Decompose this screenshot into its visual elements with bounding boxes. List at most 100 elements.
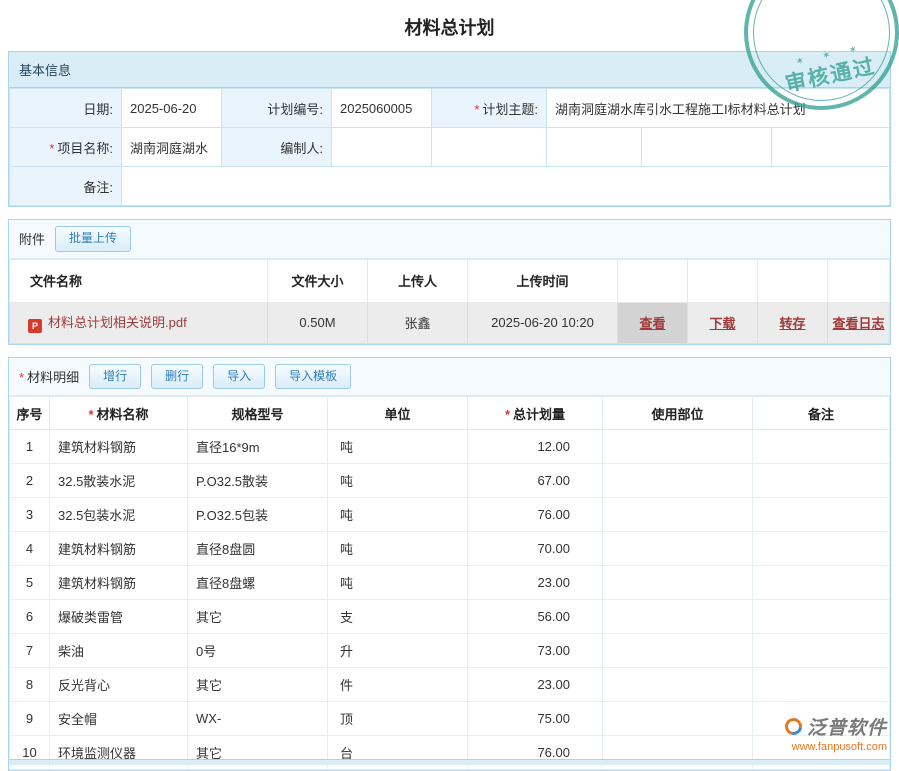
material-row: 5 建筑材料钢筋 直径8盘螺 吨 23.00 bbox=[10, 566, 890, 600]
cell-qty: 73.00 bbox=[468, 634, 603, 668]
cell-unit: 件 bbox=[328, 668, 468, 702]
compiler-value bbox=[332, 128, 432, 167]
material-row: 4 建筑材料钢筋 直径8盘圆 吨 70.00 bbox=[10, 532, 890, 566]
cell-no: 9 bbox=[10, 702, 50, 736]
batch-upload-button[interactable]: 批量上传 bbox=[55, 226, 131, 252]
cell-spec: 直径8盘圆 bbox=[188, 532, 328, 566]
cell-spec: 直径16*9m bbox=[188, 430, 328, 464]
material-row: 8 反光背心 其它 件 23.00 bbox=[10, 668, 890, 702]
cell-no: 5 bbox=[10, 566, 50, 600]
material-details-title: *材料明细 bbox=[19, 367, 79, 386]
col-unit: 单位 bbox=[328, 397, 468, 430]
cell-qty: 23.00 bbox=[468, 668, 603, 702]
cell-name: 建筑材料钢筋 bbox=[50, 430, 188, 464]
date-label: 日期: bbox=[10, 89, 122, 128]
attachment-file-link[interactable]: 材料总计划相关说明.pdf bbox=[48, 315, 187, 330]
material-row: 2 32.5散装水泥 P.O32.5散装 吨 67.00 bbox=[10, 464, 890, 498]
cell-spec: P.O32.5包装 bbox=[188, 498, 328, 532]
cell-spec: 直径8盘螺 bbox=[188, 566, 328, 600]
cell-location bbox=[603, 702, 753, 736]
cell-qty: 75.00 bbox=[468, 702, 603, 736]
compiler-label: 编制人: bbox=[222, 128, 332, 167]
material-details-title-text: 材料明细 bbox=[27, 370, 79, 385]
project-label-text: 项目名称: bbox=[57, 141, 113, 156]
empty-cell bbox=[432, 128, 547, 167]
material-details-header: *材料明细 增行 删行 导入 导入模板 bbox=[9, 358, 890, 397]
brand-row: 泛普软件 bbox=[785, 713, 887, 740]
project-label: *项目名称: bbox=[10, 128, 122, 167]
file-size-cell: 0.50M bbox=[268, 302, 368, 343]
add-row-button[interactable]: 增行 bbox=[89, 364, 141, 390]
col-action bbox=[828, 259, 890, 302]
required-mark: * bbox=[88, 407, 93, 422]
remark-label: 备注: bbox=[10, 167, 122, 206]
attachments-panel: 附件 批量上传 文件名称 文件大小 上传人 上传时间 P材料总计划相关说明.pd… bbox=[8, 219, 891, 345]
cell-name: 32.5散装水泥 bbox=[50, 464, 188, 498]
cell-spec: P.O32.5散装 bbox=[188, 464, 328, 498]
cell-remark bbox=[753, 430, 890, 464]
attachments-header-row: 文件名称 文件大小 上传人 上传时间 bbox=[10, 259, 890, 302]
page-title: 材料总计划 bbox=[0, 0, 899, 51]
material-table: 序号 *材料名称 规格型号 单位 *总计划量 使用部位 备注 1 建筑材料钢筋 … bbox=[9, 396, 890, 770]
cell-location bbox=[603, 668, 753, 702]
basic-info-panel: 基本信息 日期: 2025-06-20 计划编号: 2025060005 *计划… bbox=[8, 51, 891, 207]
col-action bbox=[758, 259, 828, 302]
cell-name: 32.5包装水泥 bbox=[50, 498, 188, 532]
file-name-cell: P 材料总计划相关说明.pdf bbox=[10, 302, 268, 343]
col-material-name: * 材料名称 bbox=[50, 397, 188, 430]
view-link[interactable]: 查看 bbox=[639, 316, 665, 331]
col-upload-time: 上传时间 bbox=[468, 259, 618, 302]
download-cell: 下载 bbox=[688, 302, 758, 343]
view-log-link[interactable]: 查看日志 bbox=[832, 316, 884, 331]
col-material-name-text: 材料名称 bbox=[97, 407, 149, 422]
cell-remark bbox=[753, 634, 890, 668]
col-total-qty-text: 总计划量 bbox=[513, 407, 565, 422]
upload-time-cell: 2025-06-20 10:20 bbox=[468, 302, 618, 343]
material-header-row: 序号 *材料名称 规格型号 单位 *总计划量 使用部位 备注 bbox=[10, 397, 890, 430]
col-spec: 规格型号 bbox=[188, 397, 328, 430]
cell-location bbox=[603, 464, 753, 498]
material-row: 3 32.5包装水泥 P.O32.5包装 吨 76.00 bbox=[10, 498, 890, 532]
save-as-cell: 转存 bbox=[758, 302, 828, 343]
save-as-link[interactable]: 转存 bbox=[779, 316, 805, 331]
attachments-table: 文件名称 文件大小 上传人 上传时间 P材料总计划相关说明.pdf 0.50M … bbox=[9, 259, 890, 344]
subject-label: *计划主题: bbox=[432, 89, 547, 128]
cell-no: 7 bbox=[10, 634, 50, 668]
cell-spec: 其它 bbox=[188, 600, 328, 634]
col-location: 使用部位 bbox=[603, 397, 753, 430]
cell-name: 爆破类雷管 bbox=[50, 600, 188, 634]
import-template-button[interactable]: 导入模板 bbox=[275, 364, 351, 390]
required-mark: * bbox=[474, 102, 479, 117]
delete-row-button[interactable]: 删行 bbox=[151, 364, 203, 390]
empty-cell bbox=[642, 128, 772, 167]
cell-qty: 76.00 bbox=[468, 498, 603, 532]
import-button[interactable]: 导入 bbox=[213, 364, 265, 390]
cell-location bbox=[603, 532, 753, 566]
plan-no-label: 计划编号: bbox=[222, 89, 332, 128]
cell-name: 柴油 bbox=[50, 634, 188, 668]
cell-no: 1 bbox=[10, 430, 50, 464]
col-file-name: 文件名称 bbox=[10, 259, 268, 302]
fanpu-logo-icon bbox=[782, 715, 806, 739]
material-row: 6 爆破类雷管 其它 支 56.00 bbox=[10, 600, 890, 634]
cell-location bbox=[603, 430, 753, 464]
material-details-panel: *材料明细 增行 删行 导入 导入模板 序号 *材料名称 规格型号 单位 *总计… bbox=[8, 357, 891, 771]
col-action bbox=[618, 259, 688, 302]
cell-remark bbox=[753, 532, 890, 566]
cell-unit: 吨 bbox=[328, 464, 468, 498]
cell-spec: WX- bbox=[188, 702, 328, 736]
project-value: 湖南洞庭湖水 bbox=[122, 128, 222, 167]
col-uploader: 上传人 bbox=[368, 259, 468, 302]
required-mark: * bbox=[49, 141, 54, 156]
cell-unit: 支 bbox=[328, 600, 468, 634]
view-cell: 查看 bbox=[618, 302, 688, 343]
cell-unit: 吨 bbox=[328, 430, 468, 464]
cell-location bbox=[603, 498, 753, 532]
download-link[interactable]: 下载 bbox=[709, 316, 735, 331]
brand-url[interactable]: www.fanpusoft.com bbox=[785, 741, 887, 753]
required-mark: * bbox=[19, 370, 24, 385]
col-seq: 序号 bbox=[10, 397, 50, 430]
cell-name: 安全帽 bbox=[50, 702, 188, 736]
pdf-icon: P bbox=[28, 319, 42, 333]
col-total-qty: *总计划量 bbox=[468, 397, 603, 430]
